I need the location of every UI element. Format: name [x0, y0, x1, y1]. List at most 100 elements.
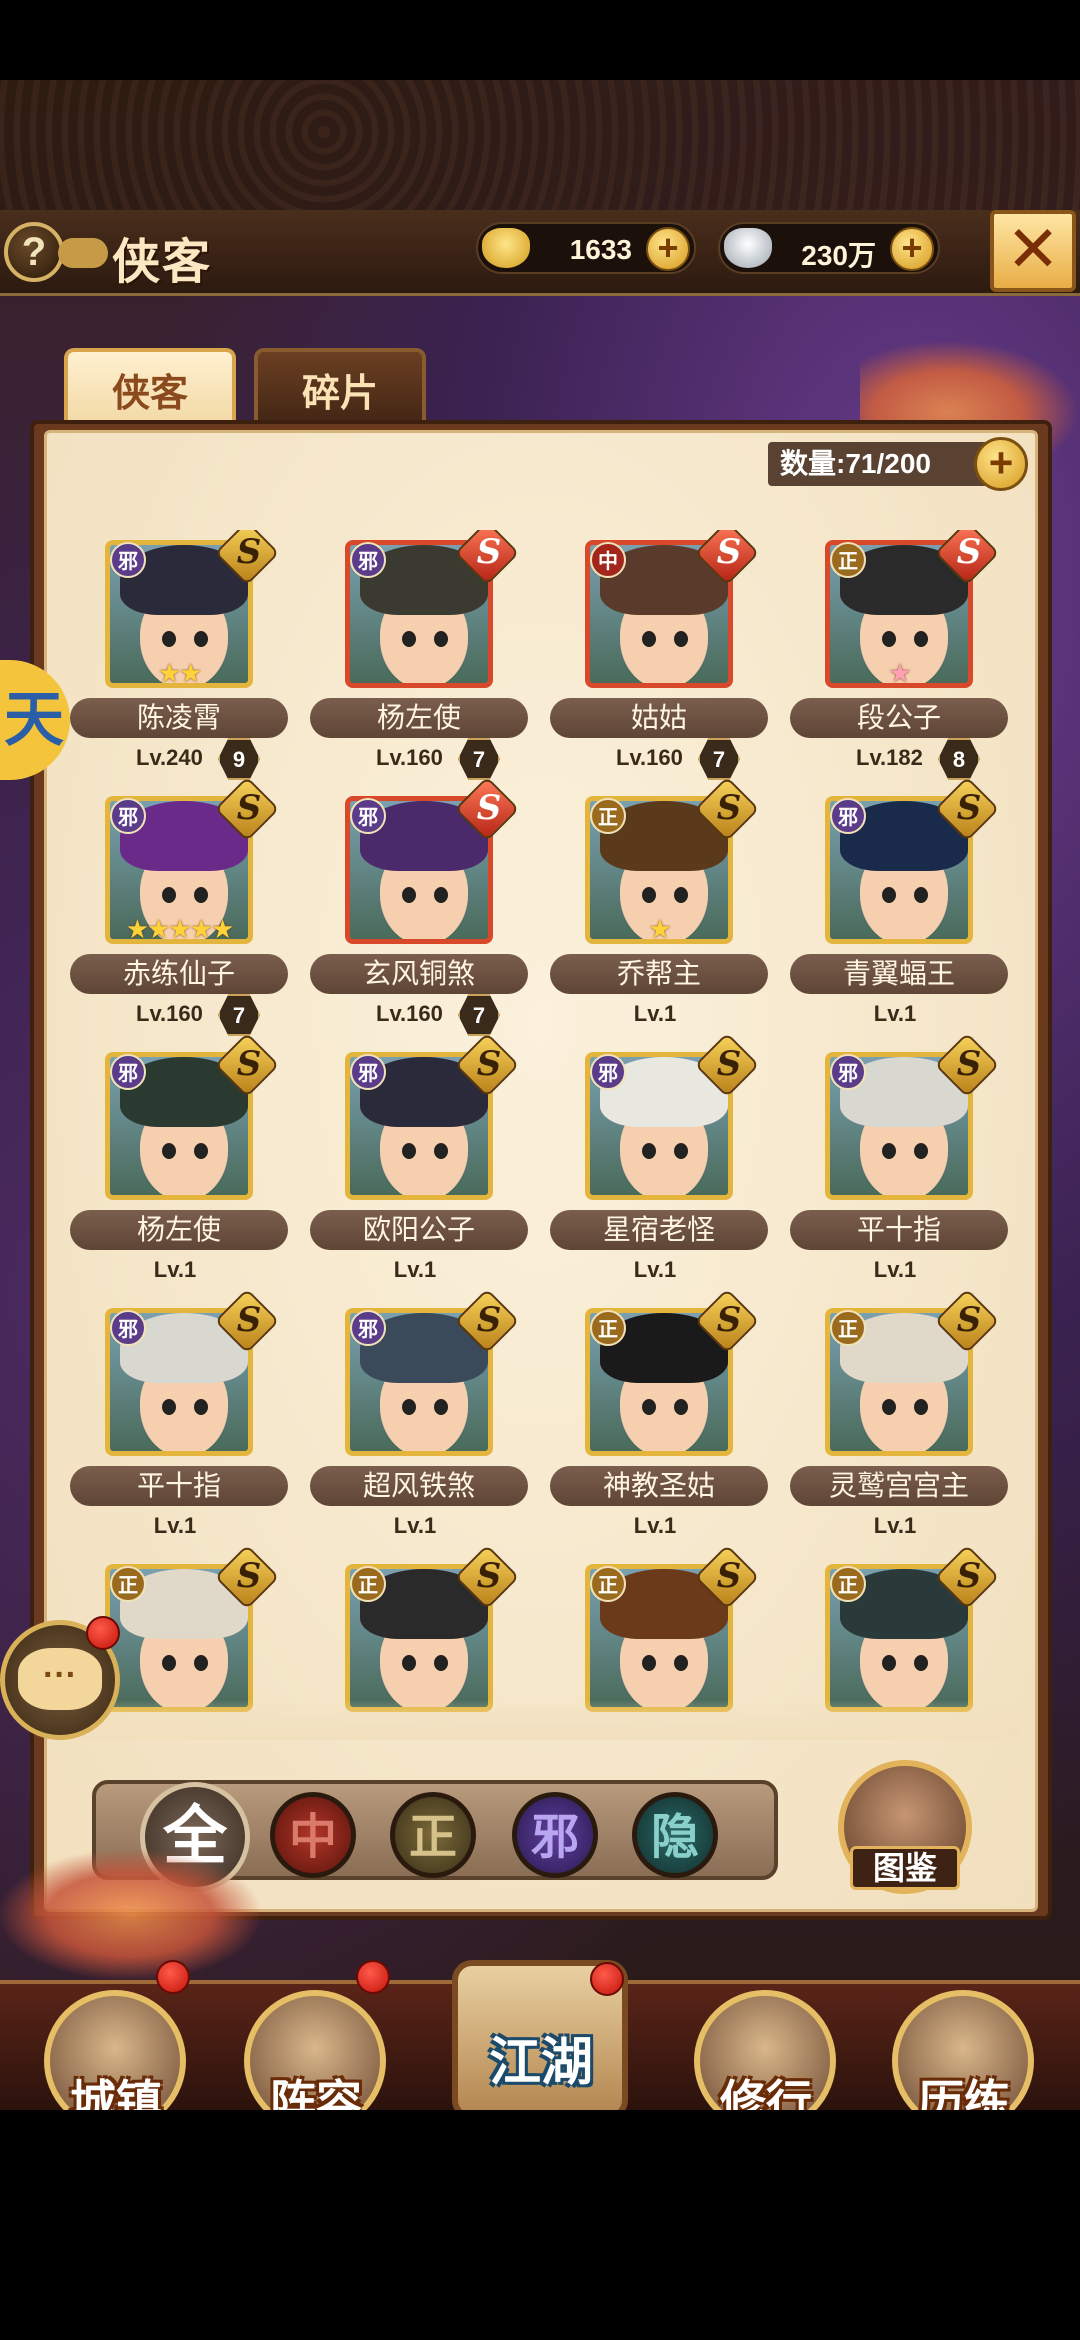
- filter-hidden[interactable]: 隐: [632, 1792, 718, 1878]
- faction-badge: 邪: [110, 1310, 146, 1346]
- hero-name: 超风铁煞: [310, 1466, 528, 1506]
- grade-label: S: [716, 788, 742, 828]
- grade-label: S: [236, 1556, 262, 1596]
- hero-name: 神教圣姑: [550, 1466, 768, 1506]
- hero-eye: [674, 1655, 688, 1671]
- chat-icon: ···: [18, 1648, 102, 1710]
- atlas-label: 图鉴: [850, 1846, 960, 1890]
- hero-count: 数量:71/200: [768, 442, 1000, 486]
- hero-level: Lv.1: [153, 1513, 197, 1538]
- grade-label: S: [236, 1044, 262, 1084]
- hero-eye: [674, 887, 688, 903]
- gold-currency: 1633 +: [476, 222, 696, 274]
- gold-amount: 1633: [569, 234, 632, 265]
- hero-card[interactable]: 正 S 灵鹫宫宫主 Lv.1: [780, 1288, 1020, 1554]
- grade-label: S: [716, 532, 742, 572]
- hero-eye: [162, 1655, 176, 1671]
- silver-ingot-icon: [724, 228, 772, 268]
- hero-name: 玄风铜煞: [310, 954, 528, 994]
- hero-card[interactable]: 邪 S 超风铁煞 Lv.1: [300, 1288, 540, 1554]
- star-rating: ★★: [157, 658, 203, 688]
- faction-badge: 正: [590, 1566, 626, 1602]
- page-title: 侠客: [112, 234, 213, 290]
- hero-eye: [162, 1143, 176, 1159]
- hero-eye: [162, 631, 176, 647]
- hero-card[interactable]: 邪 S 星宿老怪 Lv.1: [540, 1032, 780, 1298]
- hero-eye: [642, 887, 656, 903]
- add-silver-button[interactable]: +: [890, 227, 934, 271]
- faction-badge: 邪: [350, 798, 386, 834]
- hero-level: Lv.1: [153, 1257, 197, 1282]
- hero-eye: [162, 887, 176, 903]
- hero-card[interactable]: 邪 S 玄风铜煞 Lv.160 7: [300, 776, 540, 1042]
- hero-card[interactable]: 邪 S 平十指 Lv.1: [780, 1032, 1020, 1298]
- help-button[interactable]: ?: [4, 222, 64, 282]
- hero-eye: [642, 1399, 656, 1415]
- hero-card[interactable]: 正 S ★ 乔帮主 Lv.1: [540, 776, 780, 1042]
- faction-badge: 邪: [830, 1054, 866, 1090]
- faction-badge: 邪: [110, 798, 146, 834]
- grade-label: S: [476, 1556, 502, 1596]
- filter-evil[interactable]: 邪: [512, 1792, 598, 1878]
- hero-eye: [882, 1655, 896, 1671]
- hero-level: Lv.1: [393, 1513, 437, 1538]
- faction-badge: 正: [110, 1566, 146, 1602]
- grade-label: S: [956, 1556, 982, 1596]
- hero-level: Lv.1: [633, 1257, 677, 1282]
- grade-label: S: [236, 788, 262, 828]
- close-button[interactable]: ✕: [990, 210, 1076, 292]
- faction-badge: 正: [350, 1566, 386, 1602]
- hero-eye: [882, 1143, 896, 1159]
- hero-eye: [434, 1399, 448, 1415]
- grade-label: S: [716, 1044, 742, 1084]
- hero-name: 姑姑: [550, 698, 768, 738]
- status-bar-area: [0, 0, 1080, 80]
- faction-badge: 邪: [350, 542, 386, 578]
- nav-lineup-notification-dot: [356, 1960, 390, 1994]
- filter-neutral[interactable]: 中: [270, 1792, 356, 1878]
- grade-label: S: [476, 788, 502, 828]
- hero-card[interactable]: 正S: [540, 1544, 780, 1720]
- hero-eye: [402, 1655, 416, 1671]
- expand-capacity-button[interactable]: +: [974, 437, 1028, 491]
- hero-name: 平十指: [70, 1466, 288, 1506]
- add-gold-button[interactable]: +: [646, 227, 690, 271]
- hero-card[interactable]: 邪 S 杨左使 Lv.1: [60, 1032, 300, 1298]
- hero-eye: [434, 887, 448, 903]
- hero-eye: [194, 1399, 208, 1415]
- faction-badge: 邪: [350, 1310, 386, 1346]
- hero-eye: [194, 1143, 208, 1159]
- faction-badge: 中: [590, 542, 626, 578]
- filter-righteous[interactable]: 正: [390, 1792, 476, 1878]
- hero-eye: [402, 1143, 416, 1159]
- nav-town-notification-dot: [156, 1960, 190, 1994]
- hero-eye: [914, 887, 928, 903]
- grade-label: S: [956, 1044, 982, 1084]
- hero-name: 杨左使: [310, 698, 528, 738]
- notification-dot: [86, 1616, 120, 1650]
- hero-level: Lv.1: [633, 1513, 677, 1538]
- hero-eye: [882, 1399, 896, 1415]
- faction-badge: 邪: [110, 1054, 146, 1090]
- hero-card[interactable]: 正 S ★ 段公子 Lv.182 8: [780, 530, 1020, 786]
- faction-badge: 正: [590, 1310, 626, 1346]
- star-rating: ★: [888, 658, 911, 688]
- hero-card[interactable]: 正S: [780, 1544, 1020, 1720]
- hero-name: 青翼蝠王: [790, 954, 1008, 994]
- hero-card[interactable]: 邪 S 杨左使 Lv.160 7: [300, 530, 540, 786]
- gold-ingot-icon: [482, 228, 530, 268]
- hero-card[interactable]: 中 S 姑姑 Lv.160 7: [540, 530, 780, 786]
- grade-label: S: [956, 1300, 982, 1340]
- hero-eye: [914, 1399, 928, 1415]
- hero-card[interactable]: 邪 S ★★ 陈凌霄 Lv.240 9: [60, 530, 300, 786]
- hero-card[interactable]: 邪 S 平十指 Lv.1: [60, 1288, 300, 1554]
- hero-eye: [642, 1655, 656, 1671]
- hero-card[interactable]: 邪 S 欧阳公子 Lv.1: [300, 1032, 540, 1298]
- hero-card[interactable]: 正S: [300, 1544, 540, 1720]
- faction-badge: 邪: [350, 1054, 386, 1090]
- hero-card[interactable]: 邪 S ★★★★★ 赤练仙子 Lv.160 7: [60, 776, 300, 1042]
- grade-label: S: [476, 532, 502, 572]
- hero-card[interactable]: 邪 S 青翼蝠王 Lv.1: [780, 776, 1020, 1042]
- hero-card[interactable]: 正 S 神教圣姑 Lv.1: [540, 1288, 780, 1554]
- hero-name: 陈凌霄: [70, 698, 288, 738]
